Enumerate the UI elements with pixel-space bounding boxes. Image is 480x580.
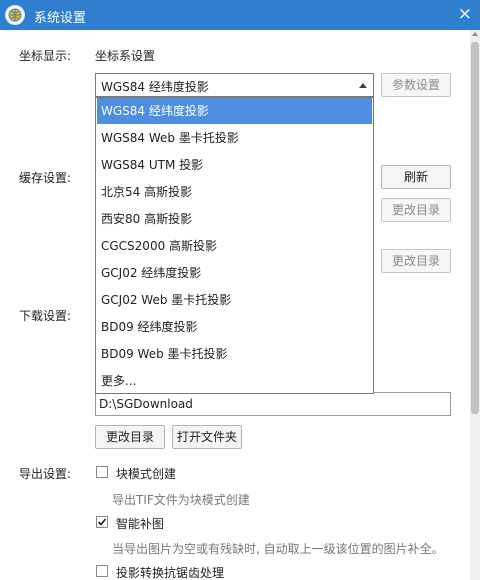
coordinate-system-dropdown: WGS84 经纬度投影 WGS84 Web 墨卡托投影 WGS84 UTM 投影…	[95, 97, 374, 394]
dropdown-arrow-icon[interactable]	[359, 83, 367, 88]
block-mode-label: 块模式创建	[116, 467, 177, 481]
smart-fill-checkbox[interactable]	[96, 516, 108, 528]
dropdown-option[interactable]: BD09 Web 墨卡托投影	[97, 341, 372, 367]
dropdown-option[interactable]: CGCS2000 高斯投影	[97, 233, 372, 259]
smart-fill-hint: 当导出图片为空或有残缺时, 自动取上一级该位置的图片补全。	[112, 542, 444, 556]
dropdown-option[interactable]: WGS84 UTM 投影	[97, 152, 372, 178]
download-section-label: 下载设置:	[19, 309, 72, 323]
open-folder-button[interactable]: 打开文件夹	[172, 425, 242, 449]
antialias-checkbox[interactable]	[96, 565, 108, 577]
dropdown-option[interactable]: WGS84 Web 墨卡托投影	[97, 125, 372, 151]
dropdown-option[interactable]: 北京54 高斯投影	[97, 179, 372, 205]
smart-fill-label: 智能补图	[116, 517, 165, 531]
refresh-button[interactable]: 刷新	[381, 165, 451, 189]
globe-icon	[5, 5, 25, 25]
download-path-field[interactable]	[95, 392, 451, 416]
cache-section-label: 缓存设置:	[19, 171, 72, 185]
scrollbar-thumb[interactable]	[471, 42, 479, 414]
antialias-label: 投影转换抗锯齿处理	[116, 566, 225, 580]
dropdown-option[interactable]: GCJ02 Web 墨卡托投影	[97, 287, 372, 313]
dropdown-option-more[interactable]: 更多...	[97, 368, 372, 394]
block-mode-hint: 导出TIF文件为块模式创建	[112, 493, 250, 507]
dropdown-option[interactable]: BD09 经纬度投影	[97, 314, 372, 340]
param-settings-button[interactable]: 参数设置	[381, 73, 451, 97]
settings-window: 系统设置 × 坐标显示: 坐标系设置 WGS84 经纬度投影 参数设置 缓存设置…	[0, 0, 480, 580]
settings-content: 坐标显示: 坐标系设置 WGS84 经纬度投影 参数设置 缓存设置: 刷新 更改…	[0, 30, 470, 580]
coords-subheader: 坐标系设置	[95, 49, 156, 63]
coordinate-system-selected: WGS84 经纬度投影	[101, 80, 209, 94]
export-section-label: 导出设置:	[19, 467, 72, 481]
cache-change-dir-button[interactable]: 更改目录	[381, 198, 451, 222]
block-mode-checkbox[interactable]	[96, 466, 108, 478]
close-icon[interactable]: ×	[458, 4, 472, 24]
vertical-scrollbar[interactable]	[470, 30, 480, 580]
coords-section-label: 坐标显示:	[19, 49, 72, 63]
download-path-input[interactable]	[99, 394, 439, 414]
dropdown-option[interactable]: 西安80 高斯投影	[97, 206, 372, 232]
coordinate-system-select[interactable]: WGS84 经纬度投影	[95, 73, 374, 97]
scroll-up-icon[interactable]	[472, 32, 478, 36]
dropdown-option[interactable]: GCJ02 经纬度投影	[97, 260, 372, 286]
cache-change-dir-button-2[interactable]: 更改目录	[381, 249, 451, 273]
window-title: 系统设置	[34, 11, 87, 26]
title-bar: 系统设置 ×	[0, 0, 480, 30]
download-change-dir-button[interactable]: 更改目录	[95, 425, 165, 449]
checkmark-icon	[97, 518, 107, 526]
dropdown-option[interactable]: WGS84 经纬度投影	[97, 98, 372, 124]
